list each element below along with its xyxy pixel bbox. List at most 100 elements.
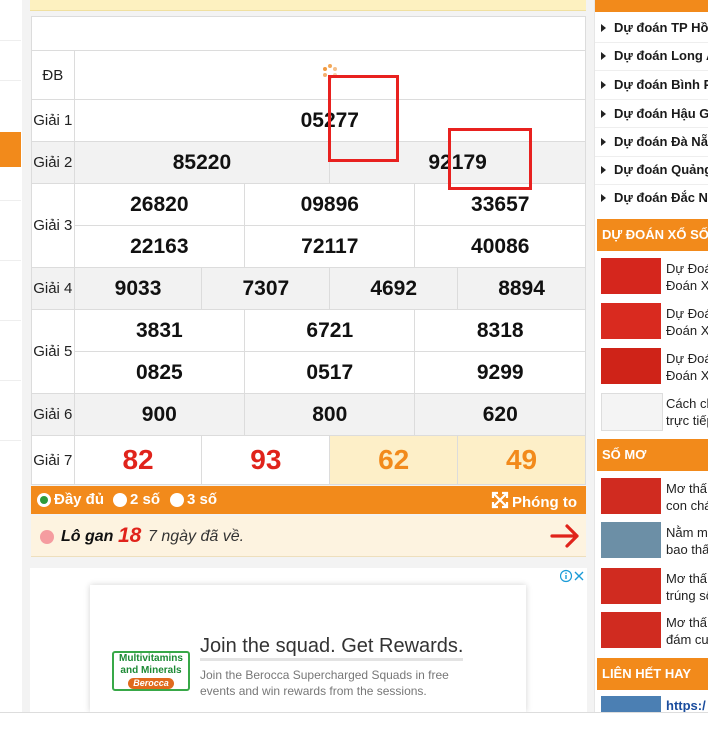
- title-line: Dự Đoá: [666, 351, 708, 366]
- sidebar-link[interactable]: Dự đoán Hậu G: [601, 106, 708, 121]
- prize-row-3b: 22163 72117 40086: [32, 225, 586, 268]
- radio-icon[interactable]: [113, 492, 127, 507]
- thumbnail-image[interactable]: [601, 696, 661, 712]
- thumbnail-image[interactable]: [601, 303, 661, 339]
- bullet-icon: [601, 166, 606, 174]
- prize-row-4: Giải 4 9033 7307 4692 8894: [31, 267, 586, 310]
- ad-body-line2: events and win rewards from the sessions…: [200, 684, 427, 698]
- section-header-so-mo[interactable]: SỐ MƠ: [597, 439, 708, 471]
- link-text: Dự đoán Long A: [614, 48, 708, 63]
- title-line: trực tiếp: [666, 413, 708, 428]
- prize-row-5a: Giải 5 3831 6721 8318: [31, 309, 586, 394]
- article-title[interactable]: Dự Đoá Đoán X: [666, 350, 708, 384]
- prize-row-db: ĐB: [31, 50, 587, 100]
- ad-info-icon[interactable]: [559, 569, 586, 588]
- thumbnail-image[interactable]: [601, 478, 661, 514]
- title-line: trúng số: [666, 588, 708, 603]
- bullet-icon: [601, 24, 606, 32]
- title-line: Mơ thấ: [666, 571, 708, 586]
- thumbnail-image[interactable]: [601, 348, 661, 384]
- ad-brand-logo: Multivitamins and Minerals Berocca: [112, 651, 190, 691]
- bullet-icon: [601, 194, 606, 202]
- prize-label: ĐB: [31, 50, 75, 100]
- thumbnail-image[interactable]: [601, 258, 661, 294]
- zoom-label: Phóng to: [512, 493, 577, 511]
- option-full[interactable]: Đầy đủ: [37, 491, 104, 508]
- option-label: 2 số: [130, 491, 161, 508]
- lo-gan-count: 18: [118, 524, 142, 547]
- thumbnail-image[interactable]: [601, 612, 661, 648]
- bottom-blank-area: [0, 712, 708, 738]
- title-line: Dự Đoá: [666, 306, 708, 321]
- article-title[interactable]: Mơ thấ trúng số: [666, 570, 708, 604]
- bullet-icon: [601, 138, 606, 146]
- lottery-results-table: ĐB Giải 1 05277 Giải 2 85220 92179 Giải …: [31, 16, 587, 485]
- right-sidebar: Dự đoán TP Hồ Dự đoán Long A Dự đoán Bìn…: [594, 0, 708, 712]
- link-text: Dự đoán Quảng: [614, 162, 708, 177]
- title-line: Dự Đoá: [666, 261, 708, 276]
- prize-number: 72117: [244, 225, 416, 268]
- prize-number: 900: [73, 393, 246, 436]
- prize-number: 85220: [73, 141, 331, 184]
- thumbnail-image[interactable]: [601, 393, 663, 431]
- title-line: con chá: [666, 498, 708, 513]
- highlight-box: [448, 128, 532, 190]
- article-title[interactable]: Nằm m bao thấ: [666, 524, 708, 558]
- title-line: Cách ch: [666, 396, 708, 411]
- prize-label: Giải 5: [31, 309, 75, 394]
- article-title[interactable]: Cách ch trực tiếp: [666, 395, 708, 429]
- article-title[interactable]: Mơ thấ đám cư: [666, 614, 708, 648]
- title-line: đám cư: [666, 632, 708, 647]
- bullet-icon: [601, 52, 606, 60]
- title-line: bao thấ: [666, 542, 708, 557]
- zoom-button[interactable]: Phóng to: [491, 491, 577, 513]
- sidebar-url-link[interactable]: https:/: [666, 697, 706, 712]
- brand-line1: Multivitamins: [119, 653, 183, 664]
- prize-number: 26820: [73, 183, 246, 226]
- prize-number: 7307: [201, 267, 331, 310]
- thumbnail-image[interactable]: [601, 522, 661, 558]
- radio-selected-icon[interactable]: [37, 492, 51, 507]
- link-text: Dự đoán Đắc N: [614, 190, 708, 205]
- thumbnail-image[interactable]: [601, 568, 661, 604]
- dot-icon: [40, 530, 54, 544]
- ad-title[interactable]: Join the squad. Get Rewards.: [200, 635, 464, 661]
- prize-number: 9033: [73, 267, 203, 310]
- prize-row-5b: 0825 0517 9299: [32, 351, 586, 394]
- header-row: [31, 16, 586, 51]
- ad-body-line1: Join the Berocca Supercharged Squads in …: [200, 668, 449, 682]
- section-header-lien-het[interactable]: LIÊN HẾT HAY: [597, 658, 708, 690]
- prize-number: 22163: [73, 225, 246, 268]
- article-title[interactable]: Dự Đoá Đoán X: [666, 260, 708, 294]
- prize-row-7: Giải 7 82 93 62 49: [31, 435, 586, 485]
- sidebar-link[interactable]: Dự đoán Đắc N: [601, 190, 708, 205]
- option-label: 3 số: [187, 491, 218, 508]
- bullet-icon: [601, 81, 606, 89]
- lo-gan-text: 7 ngày đã về.: [148, 528, 245, 545]
- sidebar-link[interactable]: Dự đoán Long A: [601, 48, 708, 63]
- prize-number: 3831: [73, 309, 246, 352]
- radio-icon[interactable]: [170, 492, 184, 507]
- highlight-box: [328, 75, 399, 162]
- title-line: Mơ thấ: [666, 615, 708, 630]
- title-line: Nằm m: [666, 525, 708, 540]
- option-two-digits[interactable]: 2 số: [113, 491, 160, 508]
- prize-label: Giải 4: [31, 267, 75, 310]
- prize-number: 8318: [414, 309, 586, 352]
- option-label: Đầy đủ: [54, 491, 105, 508]
- title-line: Đoán X: [666, 323, 708, 338]
- left-orange-tab[interactable]: [0, 132, 21, 167]
- sidebar-link[interactable]: Dự đoán TP Hồ: [601, 20, 708, 35]
- section-header-du-doan[interactable]: DỰ ĐOÁN XỔ SỐ: [597, 219, 708, 251]
- sidebar-link[interactable]: Dự đoán Đà Nẵ: [601, 134, 708, 149]
- link-text: Dự đoán Bình P: [614, 77, 708, 92]
- article-title[interactable]: Dự Đoá Đoán X: [666, 305, 708, 339]
- option-three-digits[interactable]: 3 số: [170, 491, 217, 508]
- ad-card[interactable]: Multivitamins and Minerals Berocca Join …: [90, 585, 526, 712]
- sidebar-link[interactable]: Dự đoán Bình P: [601, 77, 708, 92]
- sidebar-link[interactable]: Dự đoán Quảng: [601, 162, 708, 177]
- article-title[interactable]: Mơ thấ con chá: [666, 480, 708, 514]
- lo-gan-label: Lô gan: [61, 528, 114, 545]
- arrow-right-icon[interactable]: [549, 522, 581, 555]
- display-options-bar: Đầy đủ 2 số 3 số Phóng to: [31, 486, 586, 514]
